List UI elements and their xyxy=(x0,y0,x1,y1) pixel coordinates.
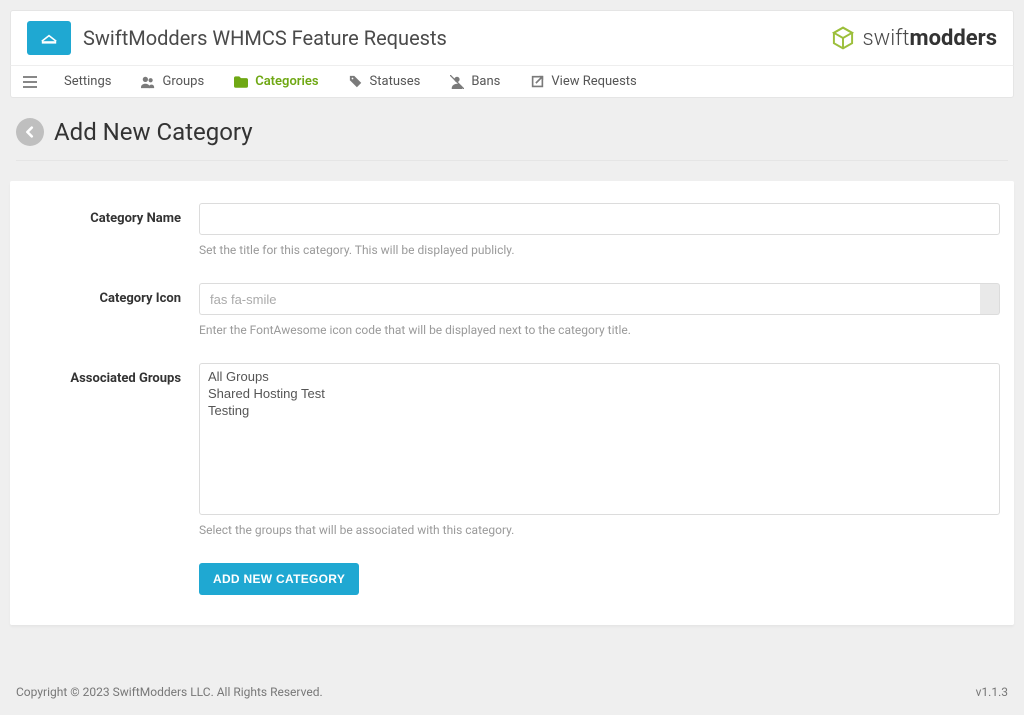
nav-item-label: Bans xyxy=(471,74,500,89)
category-name-help: Set the title for this category. This wi… xyxy=(199,243,1000,257)
nav-item-categories[interactable]: Categories xyxy=(219,66,333,97)
external-icon xyxy=(530,75,544,89)
form-panel: Category Name Set the title for this cat… xyxy=(10,181,1014,625)
associated-groups-label: Associated Groups xyxy=(24,363,199,386)
nav-toggle-icon[interactable] xyxy=(11,66,49,97)
nav-item-statuses[interactable]: Statuses xyxy=(334,66,436,97)
footer: Copyright © 2023 SwiftModders LLC. All R… xyxy=(10,669,1014,705)
nav-item-groups[interactable]: Groups xyxy=(126,66,219,97)
brand-prefix: swift xyxy=(862,26,909,51)
nav-item-view-requests[interactable]: View Requests xyxy=(515,66,651,97)
nav-item-settings[interactable]: Settings xyxy=(49,66,126,97)
nav-item-label: Statuses xyxy=(370,74,421,89)
page-title: Add New Category xyxy=(54,118,253,146)
category-name-input[interactable] xyxy=(199,203,1000,235)
nav-item-label: Settings xyxy=(64,74,111,89)
nav-item-label: Groups xyxy=(162,74,204,89)
folder-icon xyxy=(234,75,248,89)
back-button[interactable] xyxy=(16,118,44,146)
group-option[interactable]: Shared Hosting Test xyxy=(206,385,993,402)
nav-item-bans[interactable]: Bans xyxy=(435,66,515,97)
group-option[interactable]: All Groups xyxy=(206,368,993,385)
footer-copyright: Copyright © 2023 SwiftModders LLC. All R… xyxy=(16,685,323,699)
brand-logo[interactable]: swiftmodders xyxy=(830,25,997,51)
add-new-category-button[interactable]: ADD NEW CATEGORY xyxy=(199,563,359,595)
category-name-label: Category Name xyxy=(24,203,199,226)
nav-item-label: View Requests xyxy=(551,74,636,89)
app-icon xyxy=(27,21,71,55)
tags-icon xyxy=(349,75,363,89)
divider xyxy=(16,160,1008,161)
associated-groups-select[interactable]: All GroupsShared Hosting TestTesting xyxy=(199,363,1000,515)
nav-item-label: Categories xyxy=(255,74,318,89)
app-header: SwiftModders WHMCS Feature Requests swif… xyxy=(10,10,1014,65)
app-title: SwiftModders WHMCS Feature Requests xyxy=(83,26,447,50)
group-option[interactable]: Testing xyxy=(206,402,993,419)
cube-icon xyxy=(830,25,856,51)
nav-bar: Settings Groups Categories Statuses Bans xyxy=(10,65,1014,98)
users-icon xyxy=(141,75,155,89)
icon-preview xyxy=(980,283,1000,315)
category-icon-label: Category Icon xyxy=(24,283,199,306)
category-icon-help: Enter the FontAwesome icon code that wil… xyxy=(199,323,1000,337)
brand-suffix: modders xyxy=(910,26,997,51)
category-icon-input[interactable] xyxy=(199,283,980,315)
user-slash-icon xyxy=(450,75,464,89)
associated-groups-help: Select the groups that will be associate… xyxy=(199,523,1000,537)
footer-version: v1.1.3 xyxy=(976,685,1008,699)
